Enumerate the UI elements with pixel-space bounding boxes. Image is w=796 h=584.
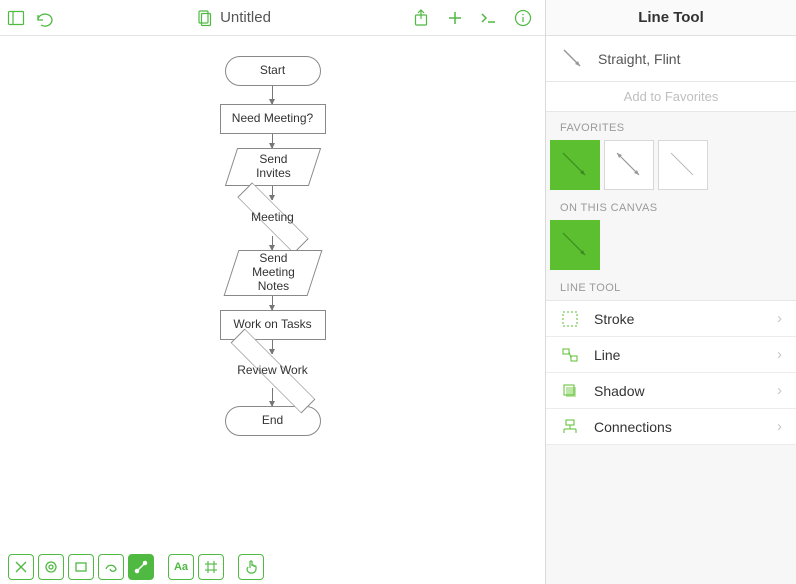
- favorites-section-label: FAVORITES: [546, 112, 796, 140]
- connections-label: Connections: [594, 419, 763, 435]
- main-pane: Untitled Start Need: [0, 0, 546, 584]
- stroke-row[interactable]: Stroke ›: [546, 301, 796, 337]
- canvas[interactable]: Start Need Meeting? Send Invites Meeting…: [0, 36, 545, 550]
- inspector-panel: Line Tool Straight, Flint Add to Favorit…: [546, 0, 796, 584]
- top-toolbar: Untitled: [0, 0, 545, 36]
- inspector-title: Line Tool: [546, 0, 796, 36]
- shape-tool-button[interactable]: [38, 554, 64, 580]
- grid-tool-button[interactable]: [198, 554, 224, 580]
- arrow-5: [272, 296, 273, 310]
- favorite-swatch-3[interactable]: [658, 140, 708, 190]
- rect-tool-button[interactable]: [68, 554, 94, 580]
- on-canvas-section-label: ON THIS CANVAS: [546, 192, 796, 220]
- send-invites-node[interactable]: Send Invites: [224, 148, 320, 186]
- line-tool-list: Stroke › Line › Shadow › Connections ›: [546, 300, 796, 445]
- bottom-toolbar: Aa: [0, 550, 545, 584]
- chevron-right-icon: ›: [777, 310, 782, 327]
- selection-tool-button[interactable]: [8, 554, 34, 580]
- terminal-icon[interactable]: [479, 8, 499, 28]
- end-node[interactable]: End: [225, 406, 321, 436]
- text-tool-button[interactable]: Aa: [168, 554, 194, 580]
- documents-icon[interactable]: [194, 8, 214, 28]
- connections-row[interactable]: Connections ›: [546, 409, 796, 445]
- sidebar-toggle-icon[interactable]: [6, 8, 26, 28]
- favorite-swatch-2[interactable]: [604, 140, 654, 190]
- need-meeting-node[interactable]: Need Meeting?: [220, 104, 326, 134]
- flowchart: Start Need Meeting? Send Invites Meeting…: [220, 56, 326, 436]
- review-work-node[interactable]: Review Work: [223, 354, 323, 388]
- on-canvas-swatches: [546, 220, 796, 272]
- arrow-6: [272, 340, 273, 354]
- line-tool-button[interactable]: [128, 554, 154, 580]
- undo-icon[interactable]: [34, 8, 54, 28]
- shadow-icon: [560, 381, 580, 401]
- stroke-label: Stroke: [594, 311, 763, 327]
- current-style-row[interactable]: Straight, Flint: [546, 36, 796, 82]
- meeting-node[interactable]: Meeting: [233, 200, 313, 236]
- add-icon[interactable]: [445, 8, 465, 28]
- start-node[interactable]: Start: [225, 56, 321, 86]
- freehand-tool-button[interactable]: [98, 554, 124, 580]
- style-name-label: Straight, Flint: [598, 51, 680, 67]
- shadow-row[interactable]: Shadow ›: [546, 373, 796, 409]
- arrow-4: [272, 236, 273, 250]
- document-title[interactable]: Untitled: [220, 9, 271, 26]
- line-tool-section-label: LINE TOOL: [546, 272, 796, 300]
- line-icon: [560, 345, 580, 365]
- info-icon[interactable]: [513, 8, 533, 28]
- send-notes-node[interactable]: Send Meeting Notes: [223, 250, 322, 296]
- arrow-7: [272, 388, 273, 406]
- arrow-1: [272, 86, 273, 104]
- share-icon[interactable]: [411, 8, 431, 28]
- line-row[interactable]: Line ›: [546, 337, 796, 373]
- connections-icon: [560, 417, 580, 437]
- line-preview-icon: [560, 46, 586, 72]
- chevron-right-icon: ›: [777, 346, 782, 363]
- chevron-right-icon: ›: [777, 382, 782, 399]
- favorite-swatch-1[interactable]: [550, 140, 600, 190]
- shadow-label: Shadow: [594, 383, 763, 399]
- app-root: Untitled Start Need: [0, 0, 796, 584]
- chevron-right-icon: ›: [777, 418, 782, 435]
- arrow-2: [272, 134, 273, 148]
- favorites-swatches: [546, 140, 796, 192]
- touch-tool-button[interactable]: [238, 554, 264, 580]
- line-label: Line: [594, 347, 763, 363]
- work-tasks-node[interactable]: Work on Tasks: [220, 310, 326, 340]
- arrow-3: [272, 186, 273, 200]
- canvas-swatch-1[interactable]: [550, 220, 600, 270]
- stroke-icon: [560, 309, 580, 329]
- add-to-favorites-button[interactable]: Add to Favorites: [546, 82, 796, 112]
